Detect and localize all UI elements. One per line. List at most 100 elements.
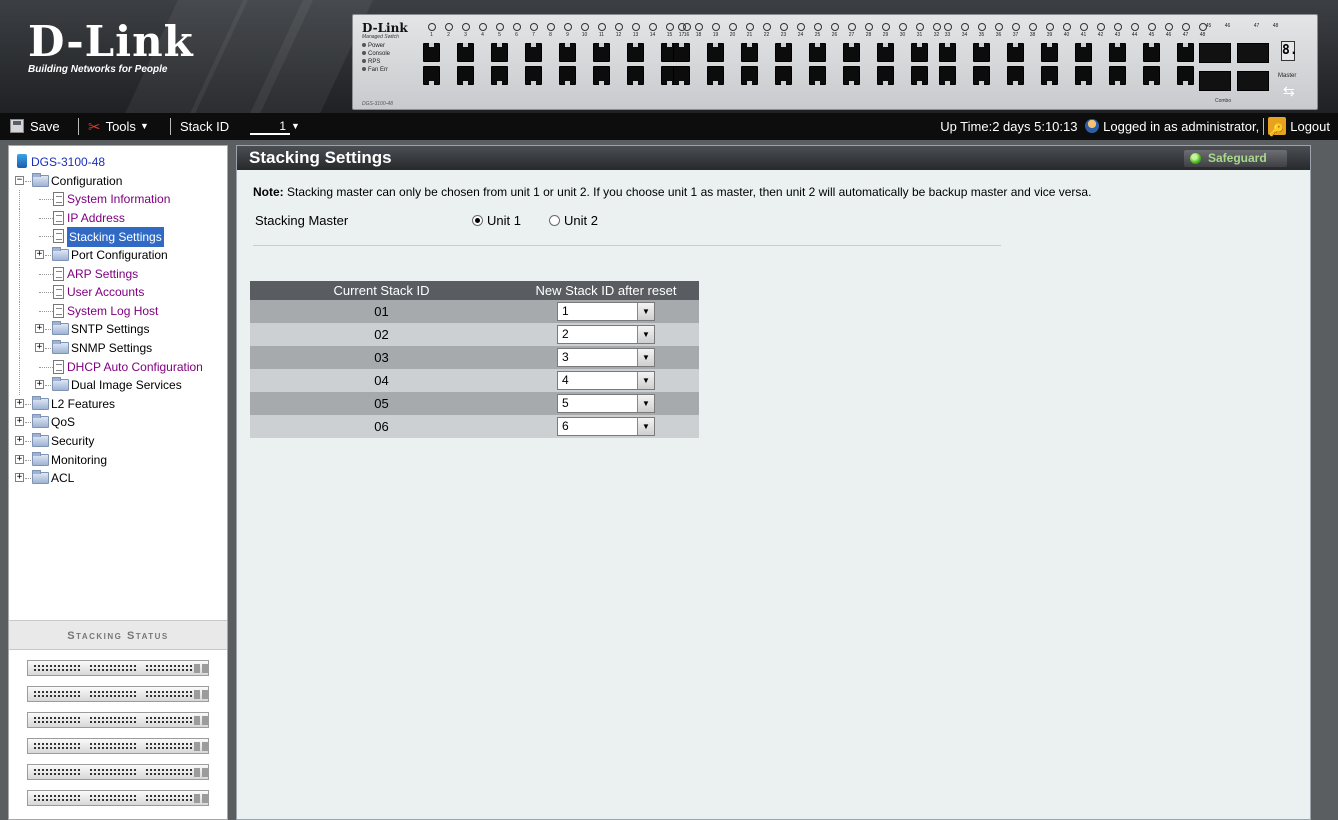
unit-uplink-port bbox=[194, 664, 200, 673]
chevron-down-icon[interactable]: ▼ bbox=[637, 395, 654, 412]
ethernet-port bbox=[457, 66, 474, 85]
expand-icon[interactable]: + bbox=[15, 473, 24, 483]
tree-node-label[interactable]: Dual Image Services bbox=[71, 376, 182, 394]
tree-node[interactable]: + Monitoring bbox=[15, 451, 227, 470]
tree-node[interactable]: Stacking Settings bbox=[15, 227, 227, 248]
collapse-icon[interactable]: − bbox=[15, 175, 24, 185]
port-number: 45 bbox=[1143, 23, 1160, 41]
tree-node[interactable]: System Log Host bbox=[15, 301, 227, 321]
tree-node-label[interactable]: Security bbox=[51, 432, 94, 450]
tree-node-label[interactable]: Monitoring bbox=[51, 451, 107, 469]
combo-port-number: 46 bbox=[1224, 23, 1231, 29]
note-label: Note: bbox=[253, 185, 284, 199]
stack-unit-icon[interactable] bbox=[27, 790, 209, 806]
expand-icon[interactable]: + bbox=[35, 380, 44, 390]
chevron-down-icon[interactable]: ▼ bbox=[637, 326, 654, 343]
stack-unit-icon[interactable] bbox=[27, 686, 209, 702]
expand-icon[interactable]: + bbox=[35, 324, 44, 334]
tree-node[interactable]: User Accounts bbox=[15, 283, 227, 303]
tree-node[interactable]: + L2 Features bbox=[15, 395, 227, 414]
tree-node-label[interactable]: DGS-3100-48 bbox=[31, 153, 105, 171]
select-value: 2 bbox=[562, 327, 569, 341]
new-stack-id-select[interactable]: 1 ▼ bbox=[557, 302, 655, 321]
unit-port-group bbox=[90, 717, 136, 723]
chevron-down-icon[interactable]: ▼ bbox=[637, 303, 654, 320]
new-stack-id-select[interactable]: 4 ▼ bbox=[557, 371, 655, 390]
tree-node-label[interactable]: System Log Host bbox=[67, 302, 158, 320]
current-stack-id: 05 bbox=[250, 392, 513, 415]
tree-node-label[interactable]: ACL bbox=[51, 469, 74, 487]
logout-button[interactable]: Logout bbox=[1268, 117, 1330, 144]
tree-node[interactable]: − Configuration bbox=[15, 172, 227, 191]
port-group-33-48: 33 34 35 36 37 38 39 40 41 42 43 44 45 46 47 48 bbox=[939, 23, 1211, 87]
ethernet-port bbox=[1109, 43, 1126, 62]
stack-unit-icon[interactable] bbox=[27, 738, 209, 754]
tree-node-label[interactable]: SNTP Settings bbox=[71, 320, 149, 338]
tools-menu[interactable]: ✂ Tools ▼ bbox=[88, 113, 149, 140]
new-stack-id-select[interactable]: 5 ▼ bbox=[557, 394, 655, 413]
tree-node[interactable]: + SNMP Settings bbox=[15, 338, 227, 358]
stacking-status-title: Stacking Status bbox=[9, 620, 227, 650]
tree-node-label[interactable]: SNMP Settings bbox=[71, 339, 152, 357]
port-numbers: 33 34 35 36 37 38 39 40 41 42 43 44 45 46 47 48 bbox=[939, 23, 1211, 41]
new-stack-id-select[interactable]: 6 ▼ bbox=[557, 417, 655, 436]
new-stack-id-select[interactable]: 2 ▼ bbox=[557, 325, 655, 344]
tree-node[interactable]: + QoS bbox=[15, 413, 227, 432]
tree-node[interactable]: + Dual Image Services bbox=[15, 376, 227, 396]
tree-node-label[interactable]: User Accounts bbox=[67, 283, 144, 301]
new-stack-id-select[interactable]: 3 ▼ bbox=[557, 348, 655, 367]
stack-id-select[interactable]: 1 bbox=[250, 119, 290, 135]
expand-icon[interactable]: + bbox=[35, 249, 44, 259]
unit-port-group bbox=[34, 795, 80, 801]
ethernet-port bbox=[911, 66, 928, 85]
tree-node[interactable]: DGS-3100-48 bbox=[15, 153, 227, 172]
chevron-down-icon[interactable]: ▼ bbox=[637, 372, 654, 389]
tree-node[interactable]: + SNTP Settings bbox=[15, 320, 227, 340]
stack-unit-icon[interactable] bbox=[27, 660, 209, 676]
tree-node-label[interactable]: QoS bbox=[51, 413, 75, 431]
safeguard-button[interactable]: Safeguard bbox=[1184, 150, 1287, 167]
expand-icon[interactable]: + bbox=[35, 342, 44, 352]
tree-node[interactable]: IP Address bbox=[15, 208, 227, 228]
select-value: 4 bbox=[562, 373, 569, 387]
tree-node[interactable]: ARP Settings bbox=[15, 264, 227, 284]
ethernet-port bbox=[1177, 66, 1194, 85]
unit-uplink-port bbox=[194, 742, 200, 751]
tree-node[interactable]: + ACL bbox=[15, 469, 227, 488]
stack-unit-icon[interactable] bbox=[27, 764, 209, 780]
stack-unit-icon[interactable] bbox=[27, 712, 209, 728]
port-number: 17 bbox=[673, 23, 690, 41]
tree-node[interactable]: + Port Configuration bbox=[15, 245, 227, 265]
save-button[interactable]: Save bbox=[10, 113, 60, 140]
tree-node-label[interactable]: Configuration bbox=[51, 172, 122, 190]
unit-port-group bbox=[34, 769, 80, 775]
tree-node-label[interactable]: L2 Features bbox=[51, 395, 115, 413]
ethernet-port bbox=[973, 43, 990, 62]
tree-connector bbox=[19, 264, 20, 284]
radio-button[interactable] bbox=[472, 215, 483, 226]
expand-icon[interactable]: + bbox=[15, 454, 24, 464]
chevron-down-icon[interactable]: ▼ bbox=[637, 349, 654, 366]
expand-icon[interactable]: + bbox=[15, 417, 24, 427]
tree-node-label[interactable]: IP Address bbox=[67, 209, 125, 227]
unit-port-group bbox=[90, 691, 136, 697]
radio-unit-2[interactable]: Unit 2 bbox=[549, 213, 598, 228]
column-header-new: New Stack ID after reset bbox=[513, 281, 699, 300]
tree-node-label[interactable]: Port Configuration bbox=[71, 246, 168, 264]
expand-icon[interactable]: + bbox=[15, 435, 24, 445]
tree-node-label[interactable]: System Information bbox=[67, 190, 170, 208]
tree-node[interactable]: System Information bbox=[15, 190, 227, 210]
port-number: 28 bbox=[860, 23, 877, 41]
tree-node[interactable]: DHCP Auto Configuration bbox=[15, 357, 227, 377]
toolbar-divider bbox=[170, 118, 171, 135]
tree-node-label[interactable]: DHCP Auto Configuration bbox=[67, 358, 203, 376]
tree-node-label[interactable]: ARP Settings bbox=[67, 265, 138, 283]
chevron-down-icon[interactable]: ▼ bbox=[637, 418, 654, 435]
chevron-down-icon[interactable]: ▼ bbox=[291, 113, 300, 140]
radio-button[interactable] bbox=[549, 215, 560, 226]
tree-node[interactable]: + Security bbox=[15, 432, 227, 451]
master-led-label: Master bbox=[1278, 73, 1297, 79]
tree-node-label[interactable]: Stacking Settings bbox=[67, 227, 164, 248]
radio-unit-1[interactable]: Unit 1 bbox=[472, 213, 521, 228]
expand-icon[interactable]: + bbox=[15, 398, 24, 408]
